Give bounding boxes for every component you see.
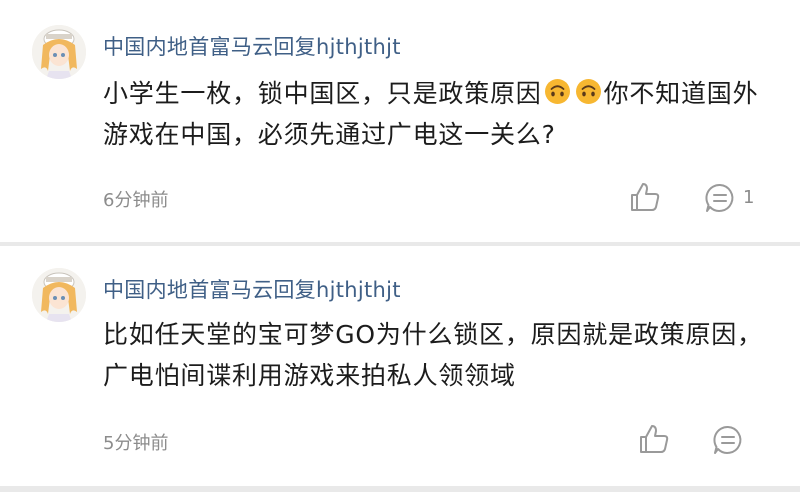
like-button[interactable] xyxy=(637,422,671,456)
thumbs-up-icon xyxy=(640,425,669,453)
comment-text-part: 小学生一枚，锁中国区，只是政策原因 xyxy=(103,79,542,108)
timestamp: 5分钟前 xyxy=(103,433,169,454)
comment-bubble-icon xyxy=(705,183,734,212)
upside-down-face-emoji-icon xyxy=(544,78,571,105)
username-link[interactable]: 中国内地首富马云回复hjthjthjt xyxy=(103,274,401,304)
comment-bubble-icon xyxy=(713,425,742,454)
reply-button[interactable] xyxy=(711,423,745,457)
upside-down-face-emoji-icon xyxy=(575,78,602,105)
timestamp: 6分钟前 xyxy=(103,190,169,211)
thumbs-up-icon xyxy=(631,183,660,211)
avatar[interactable] xyxy=(32,268,86,322)
username-link[interactable]: 中国内地首富马云回复hjthjthjt xyxy=(103,31,401,61)
anime-girl-avatar-icon xyxy=(32,268,86,322)
anime-girl-avatar-icon xyxy=(32,25,86,79)
comment-item: 中国内地首富马云回复hjthjthjt 小学生一枚，锁中国区，只是政策原因 你不知… xyxy=(0,0,800,242)
comment-item: 中国内地首富马云回复hjthjthjt 比如任天堂的宝可梦GO为什么锁区，原因就… xyxy=(0,246,800,486)
comment-text: 比如任天堂的宝可梦GO为什么锁区，原因就是政策原因，广电怕间谍利用游戏来拍私人领… xyxy=(103,320,763,390)
reply-button[interactable] xyxy=(703,181,737,215)
comment-text: 小学生一枚，锁中国区，只是政策原因 你不知道国外游戏在中国，必须先通过广电这一关么… xyxy=(103,73,763,155)
reply-count: 1 xyxy=(743,187,755,208)
like-button[interactable] xyxy=(628,180,662,214)
avatar[interactable] xyxy=(32,25,86,79)
